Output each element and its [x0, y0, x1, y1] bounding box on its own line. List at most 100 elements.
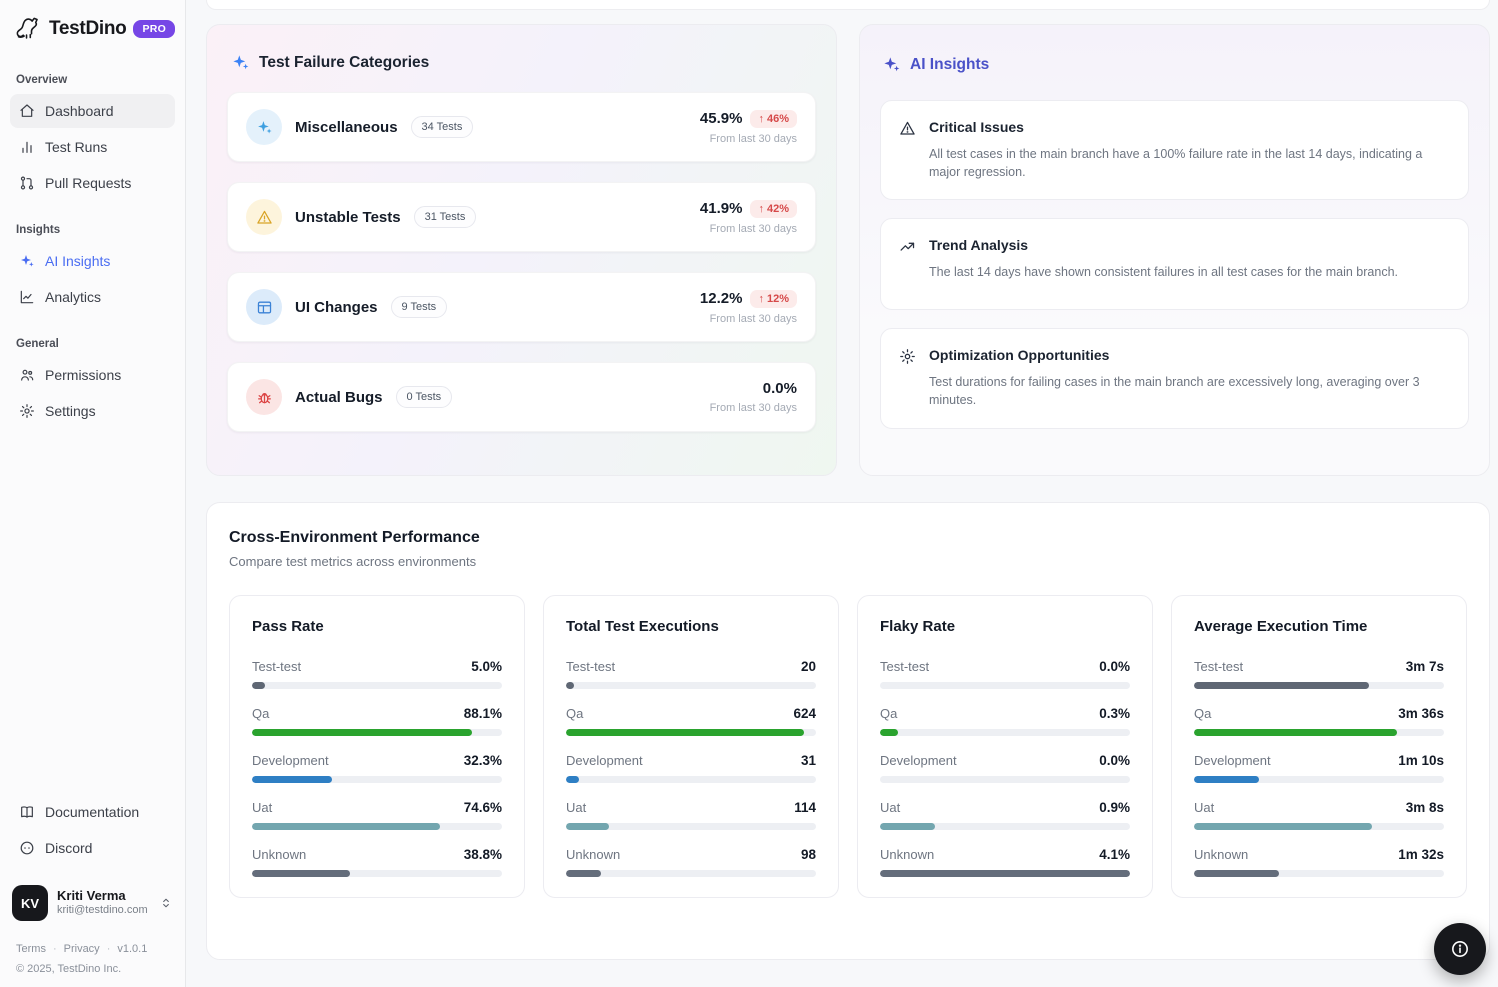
progress-track [252, 870, 502, 877]
progress-fill [880, 729, 898, 736]
failure-row-unstable-tests[interactable]: Unstable Tests31 Tests41.9%↑42%From last… [227, 182, 816, 252]
section-label: General [16, 338, 169, 350]
progress-track [880, 870, 1130, 877]
progress-track [1194, 776, 1444, 783]
progress-track [252, 776, 502, 783]
metric-value: 0.3% [1099, 706, 1130, 721]
progress-track [252, 682, 502, 689]
sidebar-item-pull-requests[interactable]: Pull Requests [10, 166, 175, 200]
environment-label: Development [880, 753, 957, 768]
metric-row-unknown: Unknown4.1% [880, 847, 1130, 877]
ai-insights-card: AI Insights Critical IssuesAll test case… [859, 24, 1490, 476]
user-name: Kriti Verma [57, 888, 148, 904]
failure-percentage: 41.9% [700, 200, 743, 217]
progress-fill [566, 776, 579, 783]
environment-label: Unknown [1194, 847, 1248, 862]
environment-label: Unknown [880, 847, 934, 862]
sidebar-item-label: Discord [45, 840, 92, 856]
sidebar-item-label: Dashboard [45, 103, 114, 119]
period-label: From last 30 days [710, 402, 797, 414]
cross-env-title: Cross-Environment Performance [229, 529, 1467, 547]
ai-insight-items: Critical IssuesAll test cases in the mai… [880, 100, 1469, 429]
metric-row-line: Development32.3% [252, 753, 502, 768]
metric-value: 88.1% [464, 706, 502, 721]
sidebar-item-dashboard[interactable]: Dashboard [10, 94, 175, 128]
testdino-logo-icon [12, 14, 42, 44]
metric-value: 98 [801, 847, 816, 862]
section-label: Insights [16, 224, 169, 236]
user-menu[interactable]: KV Kriti Verma kriti@testdino.com [10, 875, 175, 927]
sparkles-icon [246, 109, 282, 145]
sidebar-item-label: AI Insights [45, 253, 110, 269]
trend-badge: ↑42% [750, 200, 797, 218]
period-label: From last 30 days [710, 313, 797, 325]
sparkles-icon [231, 53, 250, 72]
metric-value: 624 [793, 706, 816, 721]
book-icon [19, 804, 35, 820]
metric-value: 0.0% [1099, 753, 1130, 768]
sidebar-section-insights: Insights AI Insights Analytics [10, 224, 175, 314]
sidebar-item-test-runs[interactable]: Test Runs [10, 130, 175, 164]
info-fab-button[interactable] [1434, 923, 1486, 975]
environment-label: Test-test [252, 659, 301, 674]
sidebar-item-settings[interactable]: Settings [10, 394, 175, 428]
test-count-badge: 0 Tests [396, 386, 453, 408]
analytics-icon [19, 289, 35, 305]
failure-percentage: 12.2% [700, 290, 743, 307]
ai-insight-body: Optimization OpportunitiesTest durations… [929, 347, 1450, 409]
failure-rows: Miscellaneous34 Tests45.9%↑46%From last … [227, 92, 816, 432]
sparkles-icon [882, 55, 901, 74]
metric-row-line: Unknown1m 32s [1194, 847, 1444, 862]
progress-track [1194, 870, 1444, 877]
chevrons-up-down-icon[interactable] [159, 896, 173, 910]
metric-row-qa: Qa88.1% [252, 706, 502, 736]
environment-label: Unknown [566, 847, 620, 862]
section-label: Overview [16, 74, 169, 86]
sidebar-item-analytics[interactable]: Analytics [10, 280, 175, 314]
sidebar-item-discord[interactable]: Discord [10, 831, 175, 865]
progress-fill [880, 823, 935, 830]
failure-value-line: 0.0% [763, 380, 797, 397]
privacy-link[interactable]: Privacy [64, 943, 100, 955]
ai-insight-body: Critical IssuesAll test cases in the mai… [929, 119, 1450, 181]
progress-track [1194, 682, 1444, 689]
metric-row-line: Unknown38.8% [252, 847, 502, 862]
metric-row-line: Development1m 10s [1194, 753, 1444, 768]
brand: TestDino PRO [10, 14, 175, 44]
metric-value: 3m 7s [1406, 659, 1444, 674]
failure-value-line: 12.2%↑12% [700, 290, 797, 308]
metric-value: 0.9% [1099, 800, 1130, 815]
progress-fill [1194, 776, 1259, 783]
progress-track [880, 823, 1130, 830]
progress-track [880, 776, 1130, 783]
metric-row-uat: Uat74.6% [252, 800, 502, 830]
dot-separator: · [107, 943, 111, 955]
progress-fill [880, 870, 1130, 877]
metric-row-line: Uat114 [566, 800, 816, 815]
metric-title: Pass Rate [252, 618, 502, 635]
failure-row-actual-bugs[interactable]: Actual Bugs0 Tests0.0%From last 30 days [227, 362, 816, 432]
progress-fill [566, 870, 601, 877]
sidebar-item-permissions[interactable]: Permissions [10, 358, 175, 392]
sidebar-item-label: Permissions [45, 367, 121, 383]
ai-insight-title: Critical Issues [929, 119, 1450, 135]
environment-label: Uat [880, 800, 900, 815]
cross-environment-card: Cross-Environment Performance Compare te… [206, 502, 1490, 960]
trend-up-icon [899, 237, 916, 291]
metric-row-qa: Qa0.3% [880, 706, 1130, 736]
app-root: TestDino PRO OverviewDashboardTest RunsP… [0, 0, 1498, 987]
metric-row-development: Development32.3% [252, 753, 502, 783]
user-email: kriti@testdino.com [57, 904, 148, 918]
home-icon [19, 103, 35, 119]
ai-insight-optimization-opportunities: Optimization OpportunitiesTest durations… [880, 328, 1469, 428]
failure-row-ui-changes[interactable]: UI Changes9 Tests12.2%↑12%From last 30 d… [227, 272, 816, 342]
failure-percentage: 0.0% [763, 380, 797, 397]
terms-link[interactable]: Terms [16, 943, 46, 955]
sidebar-item-ai-insights[interactable]: AI Insights [10, 244, 175, 278]
failure-card-title: Test Failure Categories [259, 54, 429, 72]
metric-row-line: Qa3m 36s [1194, 706, 1444, 721]
failure-row-miscellaneous[interactable]: Miscellaneous34 Tests45.9%↑46%From last … [227, 92, 816, 162]
progress-track [1194, 823, 1444, 830]
test-count-badge: 31 Tests [414, 206, 477, 228]
sidebar-item-documentation[interactable]: Documentation [10, 795, 175, 829]
